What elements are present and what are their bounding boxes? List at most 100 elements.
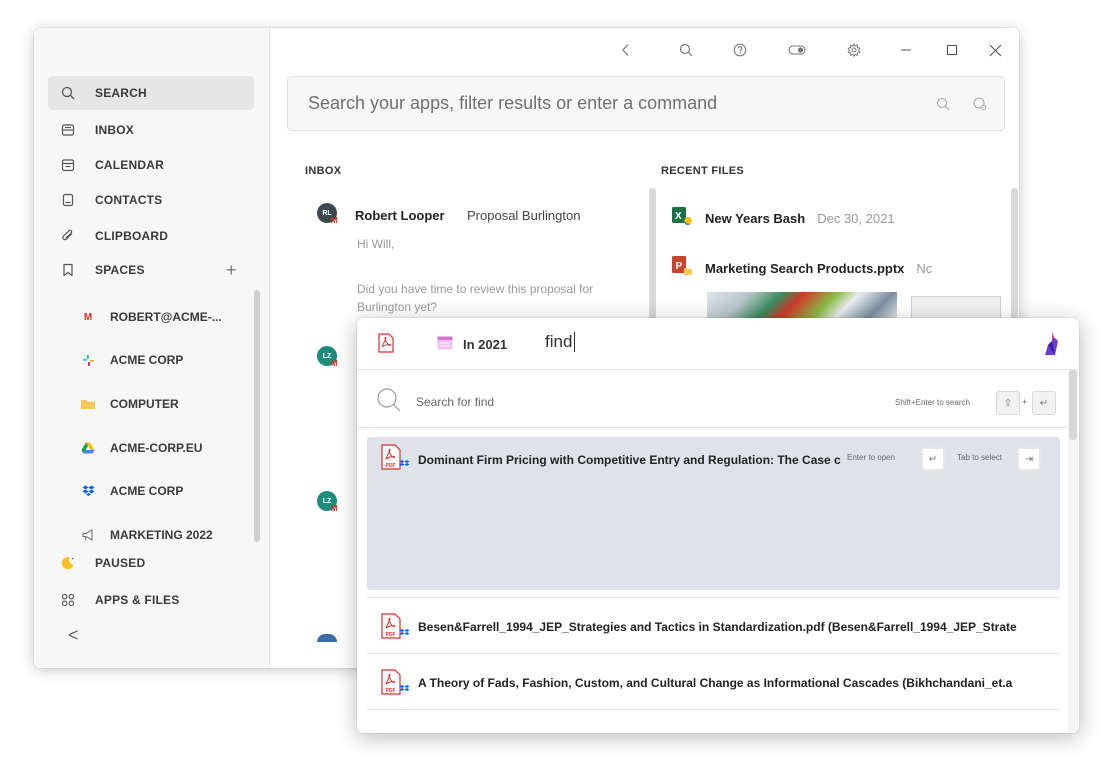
sidebar-item-apps-files[interactable]: APPS & FILES <box>48 583 254 617</box>
pdf-icon: PDF <box>381 444 411 475</box>
tab-key-icon: ⇥ <box>1017 447 1041 471</box>
space-item-computer[interactable]: COMPUTER <box>78 389 258 419</box>
folder-icon <box>78 398 98 410</box>
shift-key-icon: ⇧ <box>996 391 1020 415</box>
app-logo-icon <box>1043 331 1059 362</box>
search-icon[interactable] <box>679 40 693 60</box>
sidebar-item-label: SPACES <box>95 263 145 277</box>
space-item-gmail[interactable]: M ROBERT@ACME-... <box>78 302 258 332</box>
file-name: New Years Bash <box>705 210 806 226</box>
sidebar-item-search[interactable]: SEARCH <box>48 76 254 110</box>
svg-text:PDF: PDF <box>386 688 396 694</box>
excel-icon: X <box>671 206 693 231</box>
contacts-icon <box>58 193 78 207</box>
sidebar-scrollbar[interactable] <box>254 290 260 542</box>
enter-key-icon: ↵ <box>1032 391 1056 415</box>
sidebar-item-paused[interactable]: PAUSED <box>48 546 254 580</box>
open-hint: Enter to open <box>847 453 896 462</box>
inbox-section-title: INBOX <box>305 165 342 177</box>
pdf-filter-icon[interactable] <box>378 333 394 358</box>
key-plus: + <box>1022 397 1028 407</box>
select-hint: Tab to select <box>957 453 1002 462</box>
svg-text:PDF: PDF <box>386 632 396 638</box>
sidebar-item-clipboard[interactable]: CLIPBOARD <box>48 219 254 253</box>
add-space-button[interactable]: + <box>226 260 237 281</box>
pdf-icon: PDF <box>381 669 411 700</box>
sidebar-item-label: INBOX <box>95 123 135 137</box>
svg-text:PDF: PDF <box>386 463 396 469</box>
sidebar-item-label: PAUSED <box>95 556 146 570</box>
search-options-icon[interactable] <box>972 96 988 117</box>
maximize-icon[interactable] <box>946 40 958 60</box>
space-label: MARKETING 2022 <box>110 528 213 542</box>
megaphone-icon <box>78 528 98 542</box>
search-icon <box>376 387 402 418</box>
space-item-slack[interactable]: ACME CORP <box>78 345 258 375</box>
search-icon[interactable] <box>936 97 950 116</box>
space-label: COMPUTER <box>110 397 179 411</box>
sidebar-item-label: CLIPBOARD <box>95 229 169 243</box>
result-title: Besen&Farrell_1994_JEP_Strategies and Ta… <box>418 620 1017 634</box>
powerpoint-icon: P <box>671 255 693 282</box>
command-search-input[interactable] <box>308 93 908 114</box>
result-title: Dominant Firm Pricing with Competitive E… <box>418 453 841 467</box>
query-text: find <box>545 332 573 351</box>
recent-file-item[interactable]: P Marketing Search Products.pptx Nc <box>671 255 933 282</box>
sidebar-item-label: APPS & FILES <box>95 593 180 607</box>
file-date: Dec 30, 2021 <box>817 210 895 226</box>
search-icon <box>58 86 78 100</box>
search-result[interactable]: PDF A Theory of Fads, Fashion, Custom, a… <box>367 653 1060 709</box>
date-filter-chip[interactable]: In 2021 <box>437 333 507 355</box>
popup-search-row[interactable]: Search for find Shift+Enter to search ⇧ … <box>357 370 1069 428</box>
sidebar-item-spaces[interactable]: SPACES <box>48 253 254 287</box>
recent-files-section-title: RECENT FILES <box>661 165 745 177</box>
sidebar-item-label: SEARCH <box>95 86 147 100</box>
mail-preview-line: Hi Will, <box>357 237 395 251</box>
sidebar-item-calendar[interactable]: CALENDAR <box>48 148 254 182</box>
close-icon[interactable] <box>989 40 1002 60</box>
slack-icon <box>78 354 98 367</box>
toggle-icon[interactable] <box>788 40 806 60</box>
calendar-icon <box>437 336 453 353</box>
gmail-icon: M <box>331 359 338 368</box>
sidebar-item-label: CALENDAR <box>95 158 164 172</box>
back-icon[interactable] <box>621 40 631 60</box>
bookmark-icon <box>58 263 78 277</box>
command-search-bar[interactable] <box>287 76 1005 131</box>
search-result-selected[interactable]: PDF Dominant Firm Pricing with Competiti… <box>367 437 1060 590</box>
search-result[interactable] <box>367 709 1060 733</box>
gmail-icon: M <box>83 311 93 323</box>
file-date: Nc <box>916 260 933 276</box>
sidebar: SEARCH INBOX CALENDAR CONTACTS CLIPBOARD <box>34 28 270 668</box>
gmail-icon: M <box>331 504 338 513</box>
date-filter-label: In 2021 <box>463 336 508 352</box>
collapse-sidebar-button[interactable]: < <box>68 625 79 646</box>
avatar[interactable] <box>317 634 337 642</box>
recent-file-item[interactable]: X New Years Bash Dec 30, 2021 <box>671 206 895 231</box>
space-item-drive[interactable]: ACME-CORP.EU <box>78 433 258 463</box>
moon-icon <box>58 556 78 570</box>
space-item-dropbox[interactable]: ACME CORP <box>78 476 258 506</box>
inbox-icon <box>58 123 78 137</box>
popup-query-bar: In 2021 find <box>357 318 1079 370</box>
popup-scrollbar[interactable] <box>1069 370 1077 440</box>
apps-grid-icon <box>58 593 78 607</box>
svg-text:P: P <box>676 261 683 272</box>
search-result[interactable]: PDF Besen&Farrell_1994_JEP_Strategies an… <box>367 597 1060 653</box>
gmail-icon: M <box>331 216 338 225</box>
mail-preview-line: Burlington yet? <box>357 300 438 314</box>
query-input[interactable]: find <box>545 332 576 352</box>
search-placeholder: Search for find <box>416 395 495 409</box>
gear-icon[interactable] <box>847 40 861 60</box>
paperclip-icon <box>58 229 78 243</box>
pdf-icon: PDF <box>381 613 411 644</box>
minimize-icon[interactable] <box>900 40 912 60</box>
space-label: ACME-CORP.EU <box>110 441 203 455</box>
mail-preview-line: Did you have time to review this proposa… <box>357 282 594 296</box>
search-hint: Shift+Enter to search <box>895 398 970 407</box>
calendar-icon <box>58 158 78 172</box>
sidebar-item-contacts[interactable]: CONTACTS <box>48 183 254 217</box>
sidebar-item-inbox[interactable]: INBOX <box>48 113 254 147</box>
result-title: A Theory of Fads, Fashion, Custom, and C… <box>418 676 1013 690</box>
help-icon[interactable] <box>733 40 747 60</box>
